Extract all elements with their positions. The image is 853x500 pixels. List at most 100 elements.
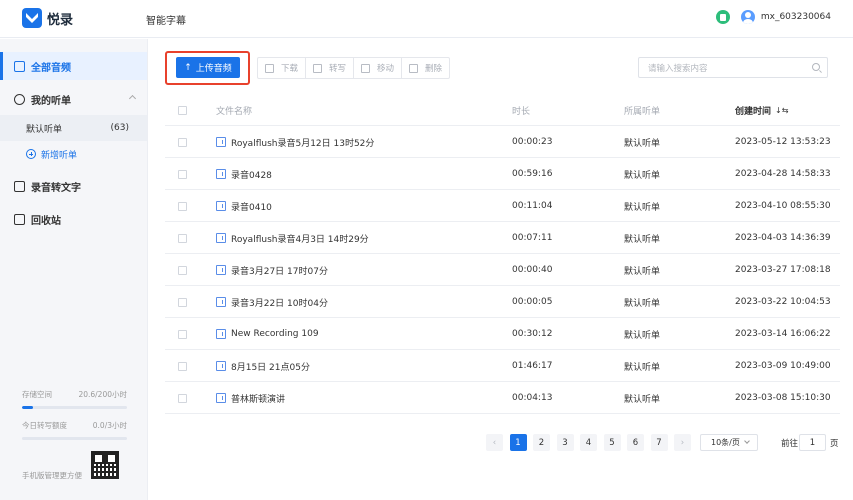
app-name: 悦录 (47, 12, 74, 28)
duration-cell: 00:11:04 (512, 201, 553, 211)
table-row[interactable]: 录音0428 00:59:16 默认听单 2023-04-28 14:58:33 (165, 158, 840, 190)
audio-file-icon (216, 361, 226, 371)
search-placeholder: 请输入搜索内容 (648, 63, 708, 74)
page-size-select[interactable]: 10条/页 (700, 434, 758, 451)
quota-label: 今日转写额度 (22, 421, 67, 430)
header-created[interactable]: 创建时间 ↓⇆ (735, 94, 788, 126)
file-name-cell[interactable]: 8月15日 21点05分 (216, 350, 310, 382)
sidebar-item-all-audio[interactable]: 全部音频 (0, 52, 147, 80)
table-row[interactable]: 8月15日 21点05分 01:46:17 默认听单 2023-03-09 10:49… (165, 350, 840, 382)
membership-icon[interactable] (715, 10, 730, 24)
header-duration: 时长 (512, 106, 531, 117)
storage-value: 20.6/200小时 (78, 390, 127, 399)
file-name-cell[interactable]: Royalflush录音4月3日 14时29分 (216, 222, 369, 254)
row-checkbox[interactable] (178, 201, 187, 211)
row-checkbox[interactable] (178, 265, 187, 275)
goto-label: 前往 (781, 439, 799, 449)
file-name[interactable]: 录音0410 (231, 200, 272, 213)
page-title: 智能字幕 (146, 16, 186, 27)
audio-file-icon (216, 169, 226, 179)
header-check-cell (178, 94, 187, 126)
file-name[interactable]: Royalflush录音5月12日 13时52分 (231, 136, 374, 149)
sidebar-item-label: 全部音频 (31, 62, 71, 74)
row-checkbox[interactable] (178, 361, 187, 371)
file-name[interactable]: 录音3月22日 10时04分 (231, 296, 328, 309)
file-name[interactable]: Royalflush录音4月3日 14时29分 (231, 232, 369, 245)
page-button[interactable]: 3 (556, 434, 574, 451)
download-button[interactable]: 下载 (258, 58, 307, 78)
page-button[interactable]: 6 (627, 434, 644, 451)
file-name-cell[interactable]: New Recording 109 (216, 318, 319, 350)
list-cell: 默认听单 (624, 266, 661, 277)
storage-quota: 存储空间 20.6/200小时 (22, 389, 127, 409)
created-cell: 2023-03-14 16:06:22 (735, 329, 831, 339)
prev-page-button[interactable]: ‹ (486, 434, 503, 451)
page-size-value: 10条/页 (711, 438, 740, 447)
page-button[interactable]: 5 (603, 434, 621, 451)
row-checkbox[interactable] (178, 297, 187, 307)
delete-button[interactable]: 删除 (402, 58, 449, 78)
move-label: 移动 (377, 64, 395, 74)
mobile-manage-text: 手机版管理更方便 (22, 471, 82, 480)
file-name[interactable]: 8月15日 21点05分 (231, 360, 310, 373)
transcribe-button[interactable]: 转写 (306, 58, 355, 78)
table-row[interactable]: 录音3月22日 10时04分 00:00:05 默认听单 2023-03-22 10:… (165, 286, 840, 318)
sidebar-item-label: 录音转文字 (31, 182, 81, 194)
logo-icon (22, 8, 42, 28)
app-logo[interactable]: 悦录 (22, 8, 73, 28)
file-name[interactable]: 录音3月27日 17时07分 (231, 264, 328, 277)
next-page-button[interactable]: › (674, 434, 691, 451)
created-cell: 2023-04-10 08:55:30 (735, 201, 831, 211)
table-row[interactable]: New Recording 109 00:30:12 默认听单 2023-03-14 … (165, 318, 840, 350)
page-button[interactable]: 4 (580, 434, 597, 451)
sidebar-item-recycle[interactable]: 回收站 (0, 205, 147, 233)
move-button[interactable]: 移动 (354, 58, 403, 78)
sidebar-item-transcribe[interactable]: 录音转文字 (0, 172, 147, 200)
transcribe-icon (14, 180, 25, 192)
file-name-cell[interactable]: 录音3月27日 17时07分 (216, 254, 328, 286)
file-name-cell[interactable]: 录音0428 (216, 158, 272, 190)
page-button[interactable]: 2 (533, 434, 550, 451)
audio-file-icon (216, 329, 226, 339)
download-icon (265, 63, 274, 73)
audio-file-icon (216, 201, 226, 211)
table-row[interactable]: 录音0410 00:11:04 默认听单 2023-04-10 08:55:30 (165, 190, 840, 222)
upload-label: 上传音频 (195, 64, 232, 74)
sidebar-item-label: 我的听单 (31, 95, 71, 107)
page-button[interactable]: 7 (650, 434, 668, 451)
avatar[interactable] (740, 10, 755, 24)
table-row[interactable]: 普林斯顿演讲 00:04:13 默认听单 2023-03-08 15:10:30 (165, 382, 840, 414)
sidebar-item-default-list[interactable]: 默认听单 (63) (0, 115, 147, 141)
quota-value: 0.0/3小时 (92, 421, 127, 430)
upload-audio-button[interactable]: ↑ 上传音频 (176, 57, 240, 78)
row-check-cell (178, 350, 187, 382)
row-checkbox[interactable] (178, 233, 187, 243)
search-input[interactable]: 请输入搜索内容 (638, 57, 828, 78)
username[interactable]: mx_603230064 (761, 12, 831, 22)
file-name-cell[interactable]: Royalflush录音5月12日 13时52分 (216, 126, 374, 158)
file-name[interactable]: 普林斯顿演讲 (231, 392, 285, 405)
row-checkbox[interactable] (178, 169, 187, 179)
search-icon[interactable] (812, 63, 820, 71)
file-name-cell[interactable]: 录音0410 (216, 190, 272, 222)
sidebar-item-my-lists[interactable]: 我的听单 (0, 85, 147, 113)
table-row[interactable]: Royalflush录音5月12日 13时52分 00:00:23 默认听单 2023… (165, 126, 840, 158)
table-row[interactable]: Royalflush录音4月3日 14时29分 00:07:11 默认听单 2023-… (165, 222, 840, 254)
list-cell: 默认听单 (624, 234, 661, 245)
row-check-cell (178, 222, 187, 254)
add-list-button[interactable]: 新增听单 (0, 141, 147, 167)
sort-icon[interactable]: ↓⇆ (775, 106, 788, 115)
page-button[interactable]: 1 (509, 434, 527, 451)
goto-page-input[interactable]: 1 (799, 434, 826, 451)
table-row[interactable]: 录音3月27日 17时07分 00:00:40 默认听单 2023-03-27 17:… (165, 254, 840, 286)
row-checkbox[interactable] (178, 137, 187, 147)
file-name-cell[interactable]: 普林斯顿演讲 (216, 382, 285, 414)
select-all-checkbox[interactable] (178, 105, 187, 115)
row-checkbox[interactable] (178, 393, 187, 403)
file-name-cell[interactable]: 录音3月22日 10时04分 (216, 286, 328, 318)
chevron-up-icon[interactable] (128, 94, 137, 103)
file-name[interactable]: 录音0428 (231, 168, 272, 181)
qr-code (91, 451, 119, 479)
row-checkbox[interactable] (178, 329, 187, 339)
file-name[interactable]: New Recording 109 (231, 329, 319, 339)
